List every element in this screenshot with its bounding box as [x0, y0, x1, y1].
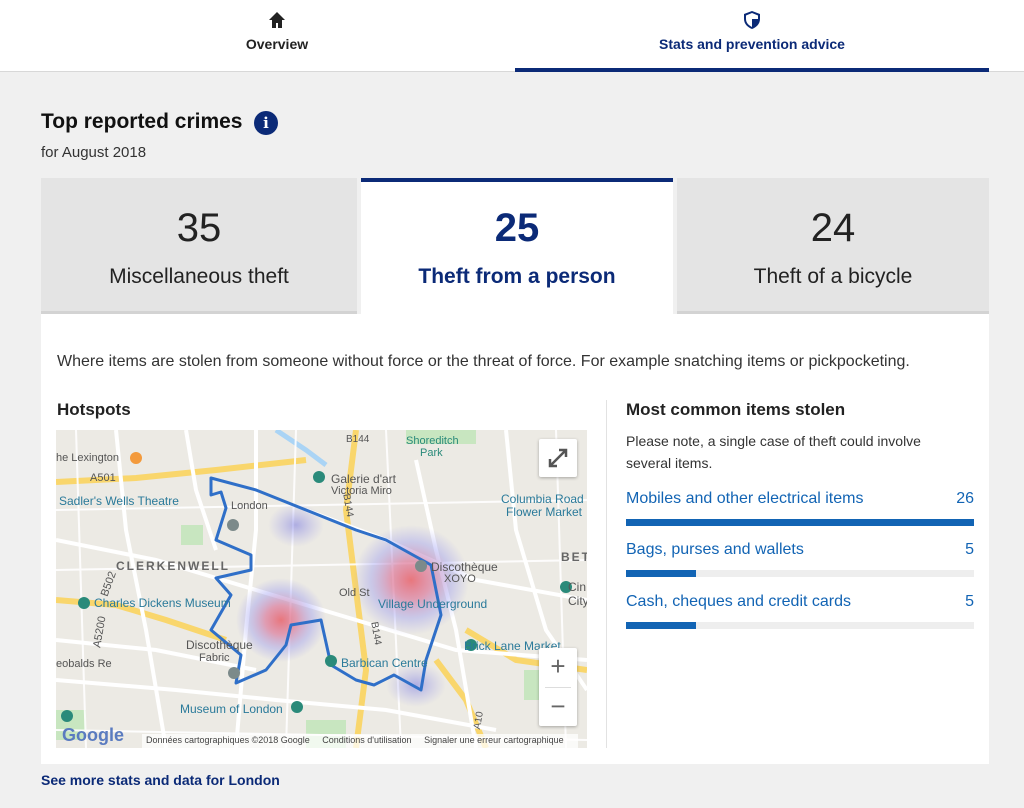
stolen-item-bar [626, 519, 974, 526]
stolen-item-bar [626, 570, 974, 577]
stolen-item-row: Bags, purses and wallets 5 [626, 541, 974, 581]
map-label: Discothèque [186, 638, 253, 652]
terms-link[interactable]: Conditions d'utilisation [322, 735, 411, 745]
crime-card-theft-from-person[interactable]: 25 Theft from a person [361, 178, 673, 314]
most-common-note: Please note, a single case of theft coul… [626, 433, 921, 471]
map-label: A501 [90, 472, 116, 484]
map-label: Old St [339, 587, 370, 599]
map-label: Fabric [199, 652, 230, 664]
stolen-item-bar-fill [626, 519, 974, 526]
map-canvas [56, 430, 587, 748]
map-label: B144 [346, 434, 370, 445]
crime-detail-panel: Where items are stolen from someone with… [41, 314, 989, 764]
map-label: eobalds Re [56, 658, 112, 670]
hotspots-title: Hotspots [57, 400, 131, 419]
stolen-item-count: 26 [956, 490, 974, 507]
stolen-item-bar [626, 622, 974, 629]
expand-icon [548, 448, 568, 468]
map-label: London [231, 500, 268, 512]
stolen-item-row: Cash, cheques and credit cards 5 [626, 593, 974, 633]
stolen-item-row: Mobiles and other electrical items 26 [626, 490, 974, 530]
map-label: Shoreditch [406, 435, 459, 447]
map-label: Village Underground [378, 597, 488, 611]
map-label: BET [561, 550, 587, 564]
report-error-link[interactable]: Signaler une erreur cartographique [424, 735, 564, 745]
crime-name: Theft of a bicycle [753, 265, 913, 288]
zoom-in-button[interactable]: + [539, 648, 577, 686]
stolen-item-link[interactable]: Mobiles and other electrical items [626, 490, 863, 508]
tab-overview[interactable]: Overview [40, 0, 514, 72]
map-label: he Lexington [56, 452, 119, 464]
stolen-item-link[interactable]: Cash, cheques and credit cards [626, 593, 851, 611]
map-label: Galerie d'art [331, 472, 396, 486]
stolen-item-link[interactable]: Bags, purses and wallets [626, 541, 804, 559]
map-label: Museum of London [180, 702, 283, 716]
map-label: Park [420, 447, 443, 459]
map-label: City [568, 594, 587, 608]
top-navigation: Overview Stats and prevention advice [0, 0, 1024, 72]
zoom-control: + − [539, 648, 577, 726]
map-label: Cin [568, 580, 587, 594]
stolen-item-bar-fill [626, 570, 696, 577]
crime-card-miscellaneous-theft[interactable]: 35 Miscellaneous theft [41, 178, 357, 314]
active-tab-indicator [515, 68, 989, 72]
crime-count: 25 [494, 206, 540, 250]
map-attribution: Données cartographiques ©2018 Google Con… [142, 734, 578, 748]
info-icon[interactable]: i [254, 111, 278, 135]
crime-card-theft-of-bicycle[interactable]: 24 Theft of a bicycle [677, 178, 989, 314]
stolen-item-bar-fill [626, 622, 696, 629]
map-label: Barbican Centre [341, 656, 428, 670]
tab-overview-label: Overview [245, 36, 309, 52]
map-label: Columbia Road [501, 492, 584, 506]
crime-count: 24 [810, 206, 856, 250]
stolen-item-count: 5 [965, 541, 974, 558]
map-data-credit: Données cartographiques ©2018 Google [146, 735, 310, 745]
crime-description: Where items are stolen from someone with… [57, 353, 910, 370]
crime-name: Miscellaneous theft [109, 265, 289, 288]
fullscreen-button[interactable] [539, 439, 577, 477]
map-label: Discothèque [431, 560, 498, 574]
google-logo[interactable]: Google [62, 725, 124, 746]
shield-icon [742, 10, 762, 30]
most-common-title: Most common items stolen [626, 400, 846, 419]
map-label: CLERKENWELL [116, 559, 230, 573]
stolen-item-count: 5 [965, 593, 974, 610]
map-label: XOYO [444, 573, 476, 585]
see-more-stats-link[interactable]: See more stats and data for London [41, 772, 280, 788]
column-divider [606, 400, 607, 748]
tab-stats-prevention[interactable]: Stats and prevention advice [515, 0, 989, 72]
home-icon [267, 10, 287, 30]
zoom-out-button[interactable]: − [539, 688, 577, 726]
tab-stats-label: Stats and prevention advice [659, 36, 845, 52]
crime-name: Theft from a person [418, 265, 616, 288]
hotspot-map[interactable]: he Lexington A501 Sadler's Wells Theatre… [56, 430, 587, 748]
map-label: Sadler's Wells Theatre [59, 494, 179, 508]
map-label: Charles Dickens Museum [94, 596, 231, 610]
map-label: Flower Market [506, 505, 583, 519]
section-subtitle: for August 2018 [41, 144, 147, 161]
section-title: Top reported crimes [41, 110, 243, 133]
crime-count: 35 [176, 206, 222, 250]
